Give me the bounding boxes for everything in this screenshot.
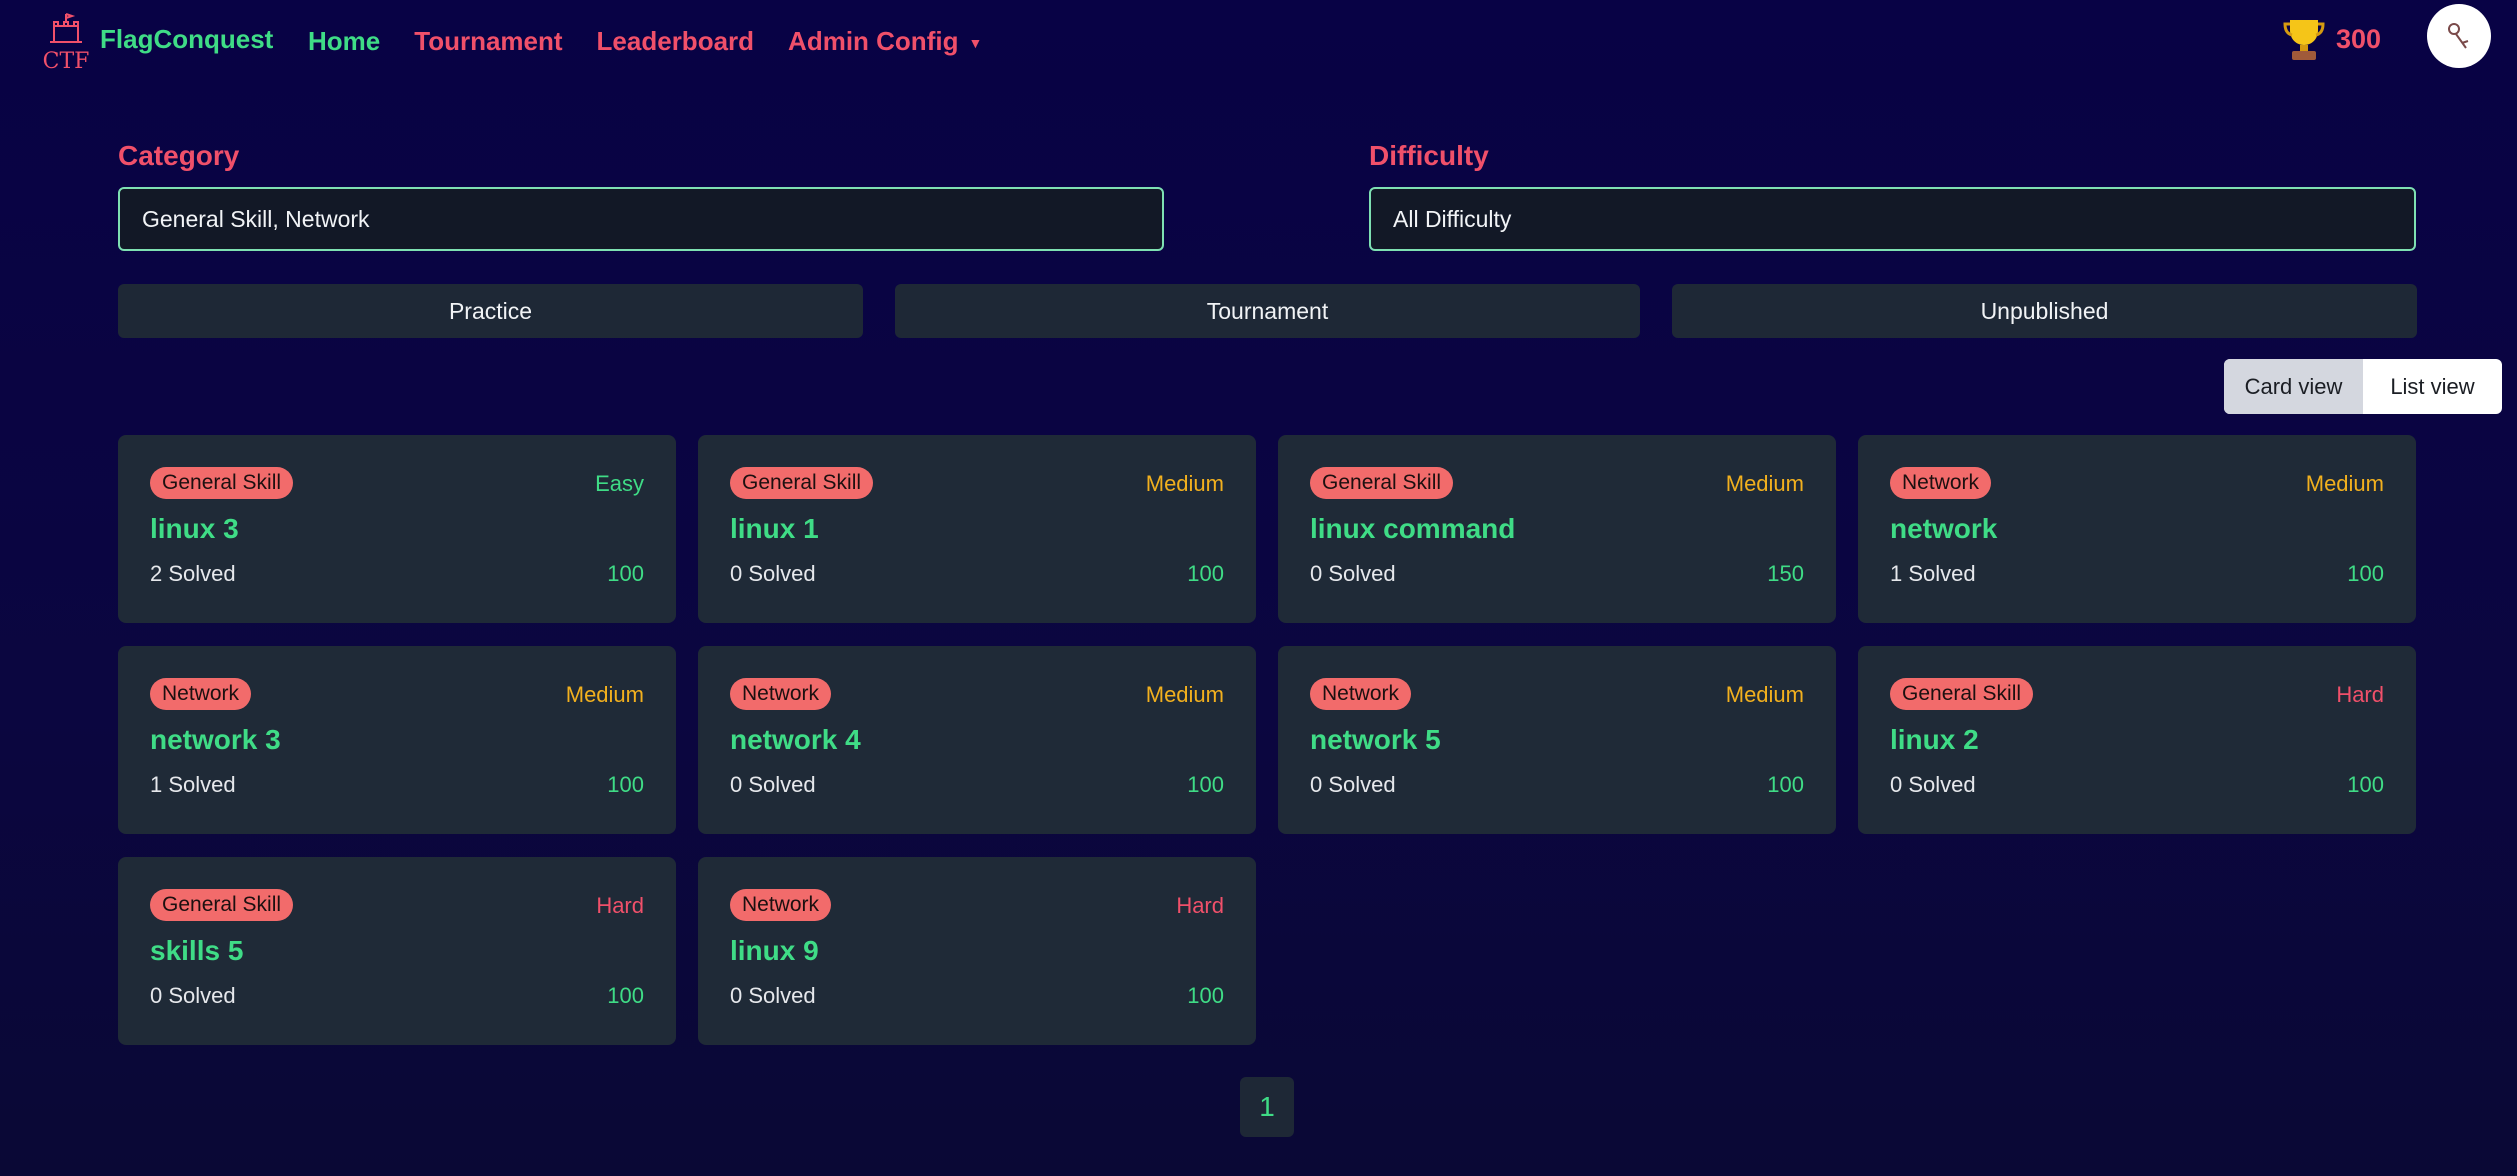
challenge-title: linux 9 bbox=[730, 935, 819, 966]
challenge-card[interactable]: General Skill Hard skills 5 0 Solved 100 bbox=[118, 857, 676, 1045]
category-tag: General Skill bbox=[1310, 467, 1454, 499]
category-tag: Network bbox=[150, 678, 252, 710]
brand-name[interactable]: FlagConquest bbox=[100, 24, 273, 55]
difficulty-text: Hard bbox=[1176, 893, 1224, 918]
tournament-button[interactable]: Tournament bbox=[895, 284, 1640, 338]
nav-tournament-link[interactable]: Tournament bbox=[414, 26, 562, 57]
nav-admin-config-dropdown[interactable]: Admin Config ▼ bbox=[788, 26, 982, 57]
challenge-points: 100 bbox=[1187, 561, 1224, 586]
nav-leaderboard-link[interactable]: Leaderboard bbox=[597, 26, 755, 57]
nav-links: Home Tournament Leaderboard Admin Config… bbox=[308, 26, 982, 57]
category-tag: Network bbox=[1890, 467, 1992, 499]
solved-count: 0 Solved bbox=[730, 772, 816, 797]
admin-config-label: Admin Config bbox=[788, 26, 959, 56]
logo-text: CTF bbox=[43, 49, 90, 72]
difficulty-label: Difficulty bbox=[1369, 140, 1489, 171]
user-avatar-button[interactable] bbox=[2427, 4, 2491, 68]
category-label: Category bbox=[118, 140, 240, 171]
challenge-title: network 4 bbox=[730, 724, 861, 755]
challenge-card[interactable]: General Skill Medium linux 1 0 Solved 10… bbox=[698, 435, 1256, 623]
difficulty-text: Easy bbox=[595, 471, 644, 496]
challenge-points: 150 bbox=[1767, 561, 1804, 586]
user-avatar-icon bbox=[2448, 23, 2469, 49]
score-value: 300 bbox=[2336, 23, 2382, 54]
category-tag: Network bbox=[1310, 678, 1412, 710]
difficulty-text: Medium bbox=[1145, 682, 1224, 707]
difficulty-text: Hard bbox=[2336, 682, 2384, 707]
challenge-card[interactable]: Network Hard linux 9 0 Solved 100 bbox=[698, 857, 1256, 1045]
solved-count: 0 Solved bbox=[730, 983, 816, 1008]
challenge-title: linux 3 bbox=[150, 513, 239, 544]
trophy-icon bbox=[2283, 20, 2325, 60]
solved-count: 0 Solved bbox=[150, 983, 236, 1008]
challenge-card[interactable]: Network Medium network 5 0 Solved 100 bbox=[1278, 646, 1836, 834]
category-tag: General Skill bbox=[150, 889, 294, 921]
challenge-card[interactable]: General Skill Easy linux 3 2 Solved 100 bbox=[118, 435, 676, 623]
solved-count: 2 Solved bbox=[150, 561, 236, 586]
pagination-page-1[interactable]: 1 bbox=[1240, 1077, 1294, 1137]
challenge-points: 100 bbox=[607, 772, 644, 797]
challenge-points: 100 bbox=[1187, 983, 1224, 1008]
solved-count: 0 Solved bbox=[1310, 561, 1396, 586]
challenge-title: network 3 bbox=[150, 724, 281, 755]
top-navbar: CTF FlagConquest Home Tournament Leaderb… bbox=[0, 0, 2517, 84]
challenge-card[interactable]: General Skill Hard linux 2 0 Solved 100 bbox=[1858, 646, 2416, 834]
solved-count: 1 Solved bbox=[1890, 561, 1976, 586]
list-view-button[interactable]: List view bbox=[2363, 359, 2502, 414]
category-select[interactable]: General Skill, Network bbox=[118, 187, 1164, 251]
challenge-points: 100 bbox=[607, 561, 644, 586]
solved-count: 0 Solved bbox=[1890, 772, 1976, 797]
challenge-title: linux command bbox=[1310, 513, 1516, 544]
challenge-card[interactable]: General Skill Medium linux command 0 Sol… bbox=[1278, 435, 1836, 623]
category-tag: Network bbox=[730, 889, 832, 921]
challenge-card[interactable]: Network Medium network 4 0 Solved 100 bbox=[698, 646, 1256, 834]
practice-button[interactable]: Practice bbox=[118, 284, 863, 338]
unpublished-button[interactable]: Unpublished bbox=[1672, 284, 2417, 338]
difficulty-select[interactable]: All Difficulty bbox=[1369, 187, 2416, 251]
card-view-button[interactable]: Card view bbox=[2224, 359, 2363, 414]
challenge-title: linux 2 bbox=[1890, 724, 1979, 755]
castle-logo-icon[interactable]: CTF bbox=[38, 12, 94, 72]
difficulty-text: Hard bbox=[596, 893, 644, 918]
solved-count: 0 Solved bbox=[1310, 772, 1396, 797]
challenge-card[interactable]: Network Medium network 3 1 Solved 100 bbox=[118, 646, 676, 834]
challenge-card[interactable]: Network Medium network 1 Solved 100 bbox=[1858, 435, 2416, 623]
challenge-points: 100 bbox=[1767, 772, 1804, 797]
difficulty-text: Medium bbox=[1725, 471, 1804, 496]
user-score: 300 bbox=[2282, 16, 2381, 62]
challenge-points: 100 bbox=[1187, 772, 1224, 797]
category-tag: General Skill bbox=[1890, 678, 2034, 710]
nav-home-link[interactable]: Home bbox=[308, 26, 380, 57]
challenge-points: 100 bbox=[607, 983, 644, 1008]
challenge-points: 100 bbox=[2347, 772, 2384, 797]
category-tag: Network bbox=[730, 678, 832, 710]
difficulty-text: Medium bbox=[1725, 682, 1804, 707]
challenge-title: network bbox=[1890, 513, 1998, 544]
challenge-title: skills 5 bbox=[150, 935, 244, 966]
difficulty-text: Medium bbox=[1145, 471, 1224, 496]
view-toggle: Card view List view bbox=[2224, 359, 2502, 414]
solved-count: 0 Solved bbox=[730, 561, 816, 586]
difficulty-text: Medium bbox=[565, 682, 644, 707]
caret-down-icon: ▼ bbox=[968, 35, 983, 52]
difficulty-text: Medium bbox=[2305, 471, 2384, 496]
solved-count: 1 Solved bbox=[150, 772, 236, 797]
category-tag: General Skill bbox=[730, 467, 874, 499]
challenge-title: network 5 bbox=[1310, 724, 1441, 755]
challenge-points: 100 bbox=[2347, 561, 2384, 586]
challenge-title: linux 1 bbox=[730, 513, 819, 544]
category-tag: General Skill bbox=[150, 467, 294, 499]
